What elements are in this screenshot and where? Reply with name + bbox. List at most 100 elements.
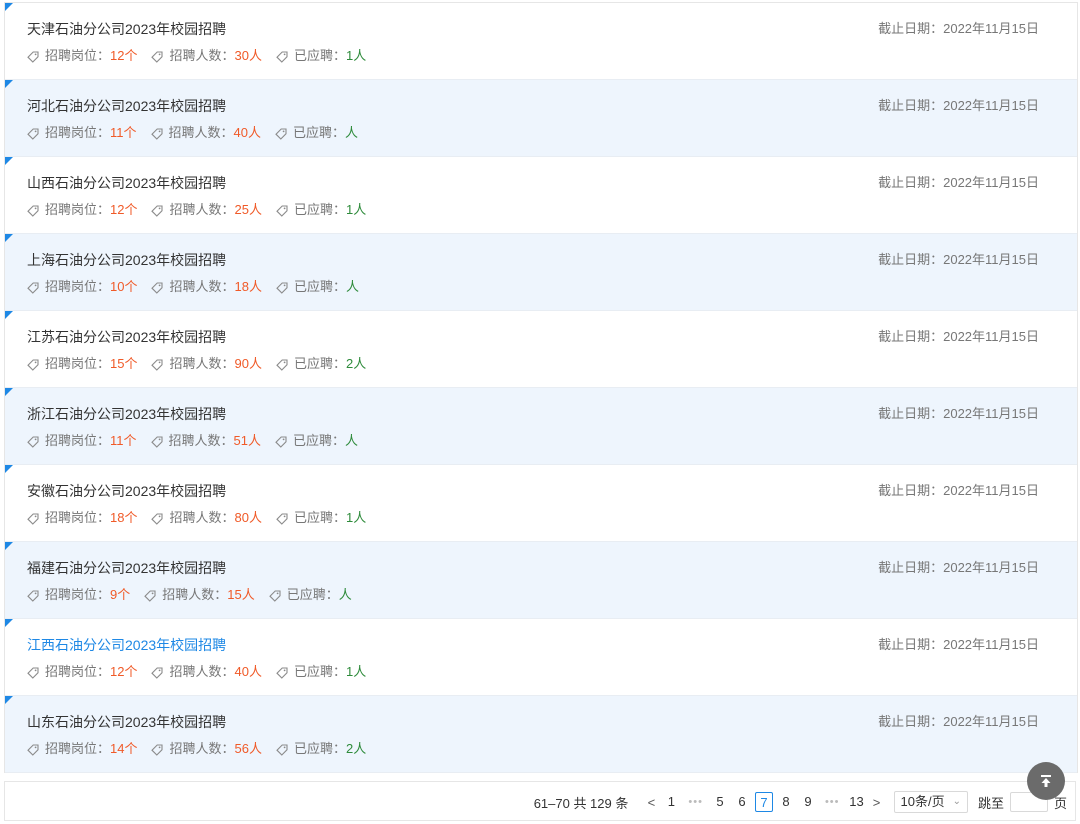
deadline-date: 2022年11月15日 xyxy=(943,560,1039,575)
applied-info: 已应聘： 1人 xyxy=(276,509,366,527)
tag-icon xyxy=(144,589,156,602)
job-meta: 招聘岗位： 12个 招聘人数： 30人 已应聘： 1人 xyxy=(27,47,380,65)
job-title[interactable]: 江西石油分公司2023年校园招聘 xyxy=(27,636,226,654)
job-title[interactable]: 山西石油分公司2023年校园招聘 xyxy=(27,174,226,192)
job-list: 天津石油分公司2023年校园招聘 截止日期：2022年11月15日 招聘岗位： 1… xyxy=(4,2,1078,773)
positions-value: 18个 xyxy=(110,510,138,525)
positions-info: 招聘岗位： 12个 xyxy=(27,47,137,65)
deadline-text: 截止日期：2022年11月15日 xyxy=(878,482,1039,500)
headcount-label: 招聘人数： xyxy=(168,125,234,140)
positions-label: 招聘岗位： xyxy=(45,664,111,679)
headcount-label: 招聘人数： xyxy=(169,664,235,679)
job-row[interactable]: 山东石油分公司2023年校园招聘 截止日期：2022年11月15日 招聘岗位： 1… xyxy=(5,696,1077,773)
positions-value: 10个 xyxy=(110,279,138,294)
job-meta: 招聘岗位： 12个 招聘人数： 25人 已应聘： 1人 xyxy=(27,201,380,219)
job-meta: 招聘岗位： 9个 招聘人数： 15人 已应聘：人 xyxy=(27,586,366,604)
tag-icon xyxy=(27,512,39,525)
page-9-button[interactable]: 9 xyxy=(799,792,817,812)
corner-marker xyxy=(5,696,13,704)
job-title[interactable]: 上海石油分公司2023年校园招聘 xyxy=(27,251,226,269)
tag-icon xyxy=(151,666,164,679)
applied-info: 已应聘： 1人 xyxy=(276,201,366,219)
deadline-date: 2022年11月15日 xyxy=(943,175,1039,190)
positions-value: 15个 xyxy=(110,356,138,371)
tag-icon xyxy=(150,127,163,140)
headcount-info: 招聘人数： 15人 xyxy=(144,586,255,604)
headcount-value: 56人 xyxy=(234,741,262,756)
job-meta: 招聘岗位： 11个 招聘人数： 40人 已应聘：人 xyxy=(27,124,372,142)
page-7-button[interactable]: 7 xyxy=(754,792,773,812)
page-1-button[interactable]: 1 xyxy=(662,792,680,812)
headcount-label: 招聘人数： xyxy=(169,48,235,63)
page-5-button[interactable]: 5 xyxy=(711,792,729,812)
job-row[interactable]: 天津石油分公司2023年校园招聘 截止日期：2022年11月15日 招聘岗位： 1… xyxy=(5,3,1077,80)
job-row[interactable]: 浙江石油分公司2023年校园招聘 截止日期：2022年11月15日 招聘岗位： 1… xyxy=(5,388,1077,465)
deadline-date: 2022年11月15日 xyxy=(943,406,1039,421)
job-title[interactable]: 福建石油分公司2023年校园招聘 xyxy=(27,559,226,577)
positions-value: 12个 xyxy=(110,48,138,63)
job-row[interactable]: 上海石油分公司2023年校园招聘 截止日期：2022年11月15日 招聘岗位： 1… xyxy=(5,234,1077,311)
job-title[interactable]: 浙江石油分公司2023年校园招聘 xyxy=(27,405,226,423)
job-title[interactable]: 江苏石油分公司2023年校园招聘 xyxy=(27,328,226,346)
headcount-value: 51人 xyxy=(233,433,261,448)
jump-label: 跳至 xyxy=(977,795,1004,811)
tag-icon xyxy=(150,435,163,448)
job-row[interactable]: 江苏石油分公司2023年校园招聘 截止日期：2022年11月15日 招聘岗位： 1… xyxy=(5,311,1077,388)
tag-icon xyxy=(276,281,288,294)
next-page-button[interactable]: > xyxy=(868,795,886,810)
applied-value: 人 xyxy=(345,125,359,140)
job-row[interactable]: 山西石油分公司2023年校园招聘 截止日期：2022年11月15日 招聘岗位： 1… xyxy=(5,157,1077,234)
page-13-button[interactable]: 13 xyxy=(848,792,866,812)
pagination-total: 61–70 共 129 条 xyxy=(533,795,629,811)
applied-value: 2人 xyxy=(345,356,367,371)
page-size-select[interactable]: 10条/页 ⌄ xyxy=(893,791,968,813)
applied-value: 1人 xyxy=(345,202,367,217)
headcount-label: 招聘人数： xyxy=(169,356,235,371)
headcount-label: 招聘人数： xyxy=(162,587,228,602)
job-row[interactable]: 安徽石油分公司2023年校园招聘 截止日期：2022年11月15日 招聘岗位： 1… xyxy=(5,465,1077,542)
headcount-info: 招聘人数： 30人 xyxy=(151,47,262,65)
applied-label: 已应聘： xyxy=(293,741,346,756)
deadline-date: 2022年11月15日 xyxy=(943,714,1039,729)
positions-label: 招聘岗位： xyxy=(45,202,111,217)
job-title[interactable]: 山东石油分公司2023年校园招聘 xyxy=(27,713,226,731)
pagination-ellipsis[interactable]: ••• xyxy=(825,796,840,808)
applied-label: 已应聘： xyxy=(293,279,346,294)
tag-icon xyxy=(276,743,288,756)
arrow-up-to-line-icon xyxy=(1041,775,1051,787)
deadline-date: 2022年11月15日 xyxy=(943,98,1039,113)
corner-marker xyxy=(5,465,13,473)
tag-icon xyxy=(27,281,39,294)
applied-label: 已应聘： xyxy=(293,433,346,448)
page-6-button[interactable]: 6 xyxy=(733,792,751,812)
job-row[interactable]: 福建石油分公司2023年校园招聘 截止日期：2022年11月15日 招聘岗位： 9… xyxy=(5,542,1077,619)
headcount-value: 15人 xyxy=(227,587,255,602)
job-title[interactable]: 河北石油分公司2023年校园招聘 xyxy=(27,97,226,115)
job-title[interactable]: 安徽石油分公司2023年校园招聘 xyxy=(27,482,226,500)
tag-icon xyxy=(275,127,287,140)
deadline-text: 截止日期：2022年11月15日 xyxy=(878,174,1039,192)
job-title[interactable]: 天津石油分公司2023年校园招聘 xyxy=(27,20,226,38)
tag-icon xyxy=(276,50,288,63)
job-meta: 招聘岗位： 18个 招聘人数： 80人 已应聘： 1人 xyxy=(27,509,380,527)
job-row[interactable]: 河北石油分公司2023年校园招聘 截止日期：2022年11月15日 招聘岗位： 1… xyxy=(5,80,1077,157)
pagination-ellipsis[interactable]: ••• xyxy=(688,796,703,808)
page-size-value: 10条/页 xyxy=(900,794,945,809)
corner-marker xyxy=(5,3,13,11)
back-to-top-button[interactable] xyxy=(1027,762,1065,800)
headcount-label: 招聘人数： xyxy=(169,202,235,217)
prev-page-button[interactable]: < xyxy=(642,795,660,810)
deadline-date: 2022年11月15日 xyxy=(943,329,1039,344)
positions-label: 招聘岗位： xyxy=(45,587,111,602)
deadline-label: 截止日期： xyxy=(878,560,944,575)
job-row[interactable]: 江西石油分公司2023年校园招聘 截止日期：2022年11月15日 招聘岗位： 1… xyxy=(5,619,1077,696)
tag-icon xyxy=(27,435,39,448)
applied-label: 已应聘： xyxy=(293,510,346,525)
positions-value: 14个 xyxy=(110,741,138,756)
applied-info: 已应聘： 1人 xyxy=(276,47,366,65)
headcount-info: 招聘人数： 18人 xyxy=(151,278,262,296)
headcount-value: 30人 xyxy=(234,48,262,63)
page-8-button[interactable]: 8 xyxy=(777,792,795,812)
corner-marker xyxy=(5,619,13,627)
applied-info: 已应聘：人 xyxy=(276,278,359,296)
